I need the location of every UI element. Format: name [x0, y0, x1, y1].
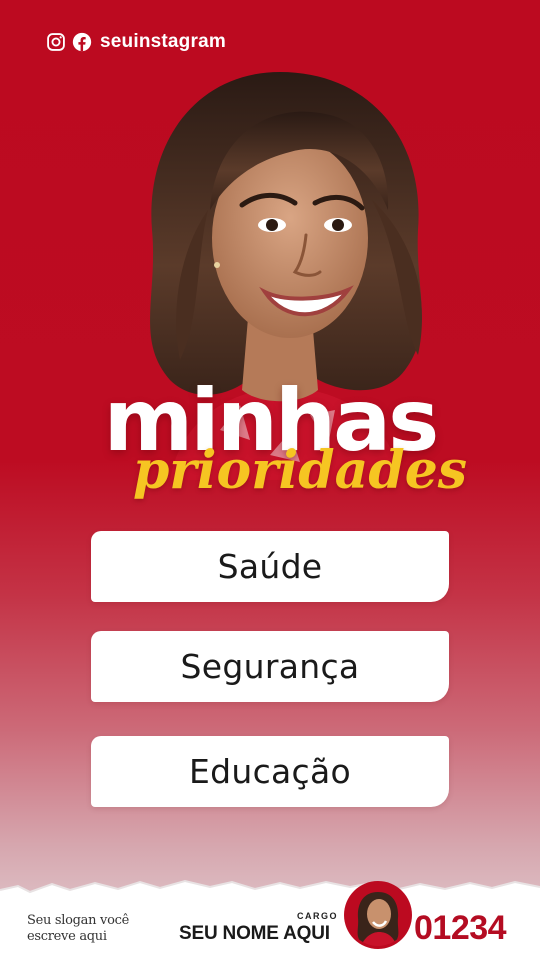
campaign-poster: seuinstagram minhas prioridades Saúde Se… — [0, 0, 540, 960]
priority-label: Segurança — [180, 647, 360, 686]
priority-label: Educação — [188, 752, 352, 791]
priority-card-educacao: Educação — [91, 736, 449, 807]
instagram-icon — [47, 33, 65, 51]
candidate-name: SEU NOME AQUI — [179, 923, 330, 944]
avatar-portrait — [347, 884, 409, 946]
social-handle-row[interactable]: seuinstagram — [46, 31, 226, 53]
candidate-number: 01234 — [414, 909, 507, 947]
instagram-handle: seuinstagram — [100, 31, 226, 52]
cargo-label: CARGO — [297, 911, 338, 921]
priority-card-saude: Saúde — [91, 531, 449, 602]
avatar — [347, 884, 409, 946]
facebook-icon — [72, 32, 92, 52]
slogan-text: Seu slogan você escreve aqui — [27, 913, 129, 944]
priority-label: Saúde — [217, 547, 323, 586]
title-prioridades: prioridades — [132, 440, 468, 501]
priority-card-seguranca: Segurança — [91, 631, 449, 702]
